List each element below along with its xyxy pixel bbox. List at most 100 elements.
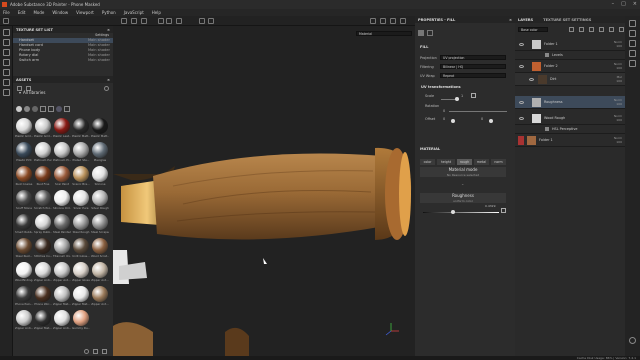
- asset-item[interactable]: Platinum Pure: [34, 142, 52, 164]
- uv-transform-section[interactable]: UV transformations: [421, 85, 461, 89]
- layer-row[interactable]: Wood Rough Norm 100: [515, 112, 625, 125]
- add-layer-icon[interactable]: [599, 27, 604, 32]
- folder-icon[interactable]: [93, 349, 98, 354]
- asset-item[interactable]: Plastic Grid...: [15, 118, 33, 140]
- layer-row[interactable]: Folder 1 Norm 100: [515, 38, 625, 51]
- add-fill-layer-icon[interactable]: [589, 27, 594, 32]
- library-selector[interactable]: All libraries: [23, 90, 45, 95]
- brush-icon[interactable]: [2, 29, 10, 36]
- asset-item[interactable]: Plated Ste...: [72, 142, 90, 164]
- texture-filter-icon[interactable]: [40, 106, 46, 112]
- asset-item[interactable]: Silicone: [91, 166, 109, 188]
- asset-item[interactable]: Scratch Pol...: [34, 190, 52, 212]
- asset-item[interactable]: Silver Rough: [91, 190, 109, 212]
- visibility-eye-icon[interactable]: [529, 77, 534, 81]
- asset-item[interactable]: Gummy Ru...: [72, 310, 90, 332]
- brush-filter-icon[interactable]: [32, 106, 38, 112]
- delete-layer-icon[interactable]: [619, 27, 624, 32]
- close-panel-icon[interactable]: ×: [107, 28, 110, 32]
- asset-item[interactable]: Zipper Ant...: [53, 262, 71, 284]
- tab-layers[interactable]: LAYERS: [518, 18, 533, 22]
- add-mask-icon[interactable]: [579, 27, 584, 32]
- view-3d-icon[interactable]: [390, 18, 396, 24]
- menu-mode[interactable]: Mode: [33, 10, 44, 15]
- asset-item[interactable]: Wood Scrat...: [91, 238, 109, 260]
- texture-set-icon[interactable]: [629, 30, 636, 37]
- tab-texture-set-settings[interactable]: TEXTURE SET SETTINGS: [543, 18, 591, 22]
- expand-arrow-icon[interactable]: ▾: [19, 90, 21, 95]
- asset-item[interactable]: Scar Paint: [53, 166, 71, 188]
- maximize-icon[interactable]: □: [621, 1, 626, 7]
- asset-item[interactable]: Zipper Met...: [34, 310, 52, 332]
- channel-height-button[interactable]: height: [437, 159, 455, 165]
- screenshot-icon[interactable]: [370, 18, 376, 24]
- layer-row[interactable]: Folder 1 Norm 100: [515, 134, 625, 147]
- asset-item[interactable]: Plastic Grid...: [34, 118, 52, 140]
- channel-metal-button[interactable]: metal: [474, 159, 489, 165]
- offset-y-value[interactable]: 0: [481, 117, 483, 121]
- asset-item[interactable]: Scenic Bra...: [72, 166, 90, 188]
- visibility-eye-icon[interactable]: [519, 42, 524, 46]
- asset-item[interactable]: Zipper Met...: [72, 286, 90, 308]
- asset-item[interactable]: Zipper Met...: [53, 286, 71, 308]
- history-icon[interactable]: [629, 60, 636, 67]
- rotation-slider[interactable]: [449, 111, 507, 112]
- asset-item[interactable]: Rust Fine: [34, 166, 52, 188]
- layer-row-selected[interactable]: Roughness Norm 100: [515, 96, 625, 109]
- close-icon[interactable]: ×: [633, 1, 637, 7]
- lighting-icon[interactable]: [166, 18, 172, 24]
- mask-tab-icon[interactable]: [427, 30, 433, 36]
- layout-icon[interactable]: [131, 18, 137, 24]
- asset-item[interactable]: Plastic PVC: [15, 142, 33, 164]
- geometry-fill-icon[interactable]: [2, 59, 10, 66]
- asset-item[interactable]: Unlit Gloss...: [72, 238, 90, 260]
- channel-norm-button[interactable]: norm: [491, 159, 506, 165]
- viewport-mode-select[interactable]: Material: [356, 31, 412, 36]
- roughness-slider-handle[interactable]: [451, 210, 455, 214]
- offset-x-value[interactable]: 0: [443, 117, 445, 121]
- roughness-slider[interactable]: [423, 212, 499, 213]
- add-effect-icon[interactable]: [569, 27, 574, 32]
- roughness-value[interactable]: 0.4329: [485, 204, 496, 208]
- layer-row[interactable]: HSL Perceptive: [515, 125, 625, 134]
- asset-item[interactable]: Platinum Pl...: [53, 142, 71, 164]
- asset-item[interactable]: Titanium Ox...: [53, 238, 71, 260]
- menu-window[interactable]: Window: [52, 10, 68, 15]
- asset-item[interactable]: Scuff Stone: [15, 190, 33, 212]
- filtering-select[interactable]: Bilinear | HQ: [440, 64, 506, 69]
- rotation-value[interactable]: 0: [443, 109, 445, 113]
- shader-filter-icon[interactable]: [64, 106, 70, 112]
- asset-item[interactable]: Silver Pure: [72, 190, 90, 212]
- lock-icon[interactable]: [471, 93, 476, 98]
- projection-icon[interactable]: [2, 49, 10, 56]
- asset-item[interactable]: Plastic Matt...: [72, 118, 90, 140]
- layers-icon[interactable]: [629, 20, 636, 27]
- 3d-viewport[interactable]: Material: [113, 26, 415, 356]
- asset-item[interactable]: Zipper Ant...: [91, 262, 109, 284]
- offset-x-handle[interactable]: [451, 119, 455, 123]
- asset-item[interactable]: Woodfinding...: [15, 262, 33, 284]
- close-panel-icon[interactable]: ×: [509, 18, 512, 22]
- camera-settings-icon[interactable]: [400, 18, 406, 24]
- shader-icon[interactable]: [629, 50, 636, 57]
- layer-row[interactable]: Dirt Mul 100: [515, 73, 625, 86]
- visibility-eye-icon[interactable]: [519, 100, 524, 104]
- asset-item[interactable]: Steel Rust...: [15, 238, 33, 260]
- fill-tab-icon[interactable]: [418, 30, 424, 36]
- texture-set-item[interactable]: Switch arm Main shader: [13, 58, 113, 63]
- notification-icon[interactable]: [629, 337, 636, 344]
- asset-item[interactable]: Plexiglas: [91, 142, 109, 164]
- uv-wrap-select[interactable]: Repeat: [440, 73, 506, 78]
- asset-item[interactable]: Zipper Anti...: [15, 310, 33, 332]
- channel-rough-button[interactable]: rough: [457, 159, 472, 165]
- close-panel-icon[interactable]: ×: [107, 78, 110, 82]
- scale-value[interactable]: 1: [461, 94, 463, 98]
- visibility-eye-icon[interactable]: [519, 116, 524, 120]
- minimize-icon[interactable]: –: [612, 1, 615, 7]
- picker-icon[interactable]: [2, 89, 10, 96]
- layer-row[interactable]: Levels: [515, 51, 625, 60]
- offset-y-handle[interactable]: [489, 119, 493, 123]
- search-icon[interactable]: [104, 85, 109, 91]
- material-mode-box[interactable]: Material mode No Resource selected: [420, 167, 506, 177]
- scale-slider-handle[interactable]: [455, 97, 459, 101]
